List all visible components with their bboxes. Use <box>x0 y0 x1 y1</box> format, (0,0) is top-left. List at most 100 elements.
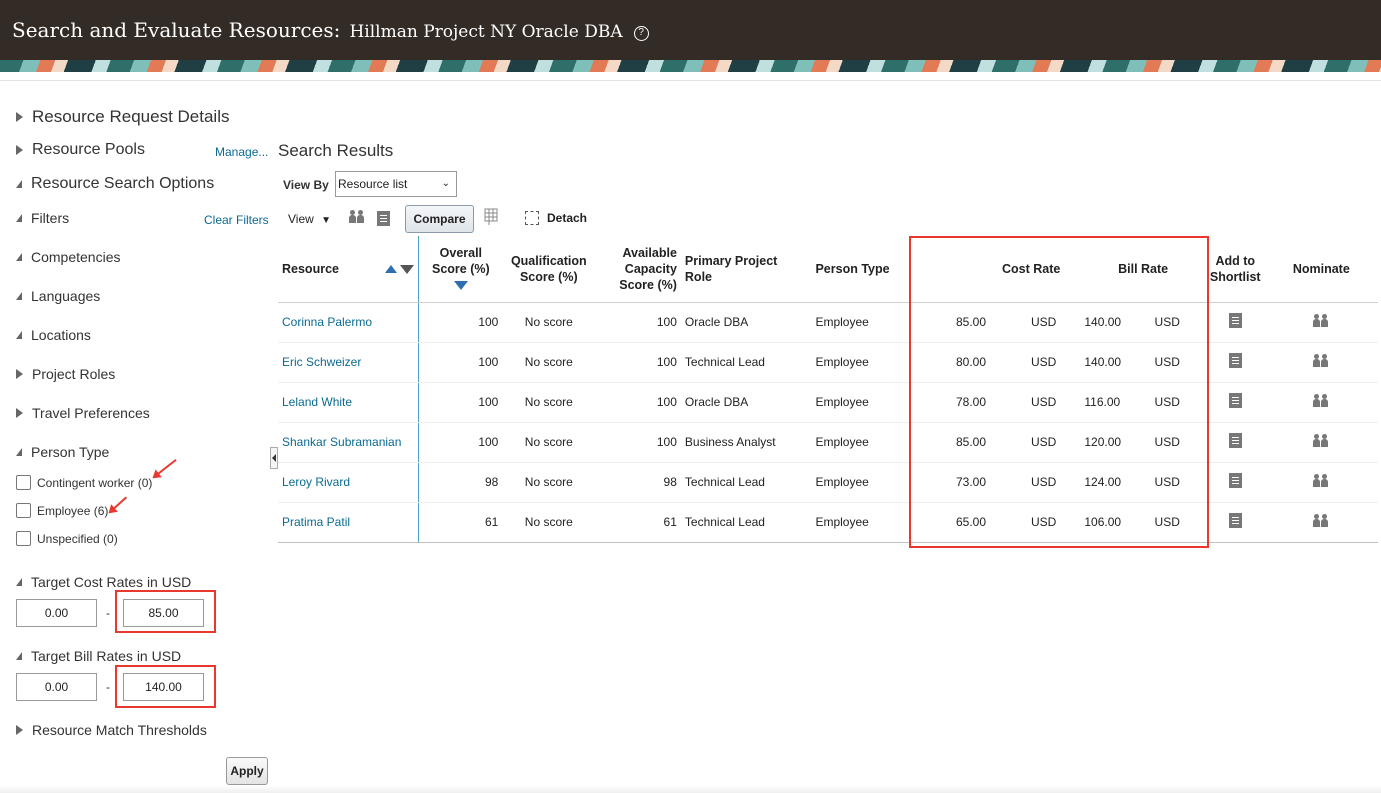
section-label: Resource Request Details <box>32 107 230 126</box>
resource-link[interactable]: Shankar Subramanian <box>282 435 401 449</box>
section-competencies[interactable]: Competencies <box>16 249 121 265</box>
sort-descending-icon[interactable] <box>400 264 415 274</box>
resource-link[interactable]: Leland White <box>282 395 352 409</box>
add-to-shortlist-icon[interactable] <box>1228 513 1242 528</box>
col-person-type[interactable]: Person Type <box>811 236 908 303</box>
resource-name-cell[interactable]: Shankar Subramanian <box>278 422 420 463</box>
view-menu[interactable]: View ▼ <box>288 212 331 226</box>
resource-name-cell[interactable]: Leroy Rivard <box>278 462 420 503</box>
section-target-bill-rates[interactable]: Target Bill Rates in USD <box>16 648 181 664</box>
results-table: Resource Overall Score (%) Qualification… <box>278 236 1378 543</box>
sort-descending-icon[interactable] <box>453 280 468 290</box>
add-to-shortlist-icon[interactable] <box>1228 353 1242 368</box>
section-target-cost-rates[interactable]: Target Cost Rates in USD <box>16 574 191 590</box>
resource-name-cell[interactable]: Corinna Palermo <box>278 302 420 343</box>
add-to-shortlist-cell <box>1205 422 1265 463</box>
panel-collapse-handle[interactable] <box>270 447 278 469</box>
column-label: Overall Score (%) <box>432 245 490 276</box>
clear-filters-link[interactable]: Clear Filters <box>204 213 269 227</box>
checkbox-employee[interactable]: Employee (6) <box>16 503 108 518</box>
checkbox[interactable] <box>16 531 31 546</box>
expand-icon <box>16 145 23 155</box>
nominate-icon[interactable] <box>1312 433 1330 448</box>
help-icon[interactable]: ? <box>633 26 649 41</box>
col-add-to-shortlist: Add to Shortlist <box>1205 236 1265 303</box>
section-person-type[interactable]: Person Type <box>16 444 109 460</box>
overall-score-cell: 100 <box>418 342 503 383</box>
checkbox-unspecified[interactable]: Unspecified (0) <box>16 531 118 546</box>
table-row: Leland White 100 No score 100 Oracle DBA Empl… <box>278 382 1378 423</box>
primary-role-cell: Technical Lead <box>680 342 812 383</box>
section-resource-search-options[interactable]: Resource Search Options <box>16 175 214 193</box>
detach-button[interactable]: Detach <box>525 211 587 225</box>
cost-rate-min-input[interactable]: 0.00 <box>16 599 97 627</box>
compare-button[interactable]: Compare <box>405 205 474 233</box>
section-label: Resource Match Thresholds <box>32 722 207 738</box>
capacity-score-cell: 100 <box>595 382 681 423</box>
section-label: Travel Preferences <box>32 405 150 421</box>
expand-icon <box>16 369 23 379</box>
table-header-row: Resource Overall Score (%) Qualification… <box>278 236 1378 303</box>
apply-button[interactable]: Apply <box>226 757 268 785</box>
add-to-shortlist-icon[interactable] <box>1228 393 1242 408</box>
collapse-icon <box>16 214 22 222</box>
resource-name-cell[interactable]: Eric Schweizer <box>278 342 420 383</box>
section-languages[interactable]: Languages <box>16 288 100 304</box>
sort-ascending-icon[interactable] <box>384 265 397 274</box>
nominate-cell <box>1264 302 1378 343</box>
section-resource-request-details[interactable]: Resource Request Details <box>16 107 229 127</box>
add-to-shortlist-icon[interactable] <box>1228 473 1242 488</box>
qualification-score-cell: No score <box>502 382 596 423</box>
collapse-icon <box>16 578 22 586</box>
overall-score-cell: 61 <box>418 502 503 543</box>
col-resource[interactable]: Resource <box>278 236 420 303</box>
add-to-shortlist-icon[interactable] <box>1228 313 1242 328</box>
section-locations[interactable]: Locations <box>16 327 91 343</box>
chevron-down-icon: ⌄ <box>441 178 450 189</box>
col-qualification-score[interactable]: Qualification Score (%) <box>502 236 596 303</box>
add-to-shortlist-icon[interactable] <box>1228 433 1242 448</box>
checkbox[interactable] <box>16 475 31 490</box>
view-by-select[interactable]: Resource list ⌄ <box>335 171 457 197</box>
nominate-icon[interactable] <box>1312 393 1330 408</box>
expand-icon <box>16 112 23 122</box>
checkbox-contingent-worker[interactable]: Contingent worker (0) <box>16 475 152 490</box>
bill-rate-min-input[interactable]: 0.00 <box>16 673 97 701</box>
section-project-roles[interactable]: Project Roles <box>16 366 115 382</box>
nominate-icon[interactable] <box>1312 313 1330 328</box>
document-icon[interactable] <box>377 211 395 229</box>
nominate-icon[interactable] <box>1312 513 1330 528</box>
col-overall-score[interactable]: Overall Score (%) <box>418 236 503 303</box>
column-label: Resource <box>282 261 339 276</box>
checkbox[interactable] <box>16 503 31 518</box>
col-available-capacity[interactable]: Available Capacity Score (%) <box>595 236 681 303</box>
resource-link[interactable]: Leroy Rivard <box>282 475 350 489</box>
manage-link[interactable]: Manage... <box>215 145 268 159</box>
resource-link[interactable]: Pratima Patil <box>282 515 350 529</box>
resource-name-cell[interactable]: Leland White <box>278 382 420 423</box>
resource-link[interactable]: Corinna Palermo <box>282 315 372 329</box>
section-label: Filters <box>31 210 70 226</box>
collapse-icon <box>16 448 22 456</box>
collapse-icon <box>16 292 22 300</box>
resource-name-cell[interactable]: Pratima Patil <box>278 502 420 543</box>
section-travel-preferences[interactable]: Travel Preferences <box>16 405 150 421</box>
nominate-icon[interactable] <box>1312 353 1330 368</box>
add-to-shortlist-cell <box>1205 462 1265 503</box>
qualification-score-cell: No score <box>502 422 596 463</box>
highlight-box <box>909 236 1209 548</box>
section-label: Person Type <box>31 444 110 460</box>
section-resource-match-thresholds[interactable]: Resource Match Thresholds <box>16 722 207 738</box>
table-settings-icon[interactable] <box>484 208 502 226</box>
nominate-cell <box>1264 502 1378 543</box>
col-nominate: Nominate <box>1264 236 1378 303</box>
add-to-shortlist-cell <box>1205 302 1265 343</box>
search-results-title: Search Results <box>278 141 394 160</box>
section-filters[interactable]: Filters <box>16 210 69 226</box>
people-icon[interactable] <box>348 210 366 228</box>
table-row: Eric Schweizer 100 No score 100 Technical Le… <box>278 342 1378 383</box>
nominate-icon[interactable] <box>1312 473 1330 488</box>
col-primary-project-role[interactable]: Primary Project Role <box>680 236 812 303</box>
section-resource-pools[interactable]: Resource Pools <box>16 141 145 159</box>
resource-link[interactable]: Eric Schweizer <box>282 355 361 369</box>
